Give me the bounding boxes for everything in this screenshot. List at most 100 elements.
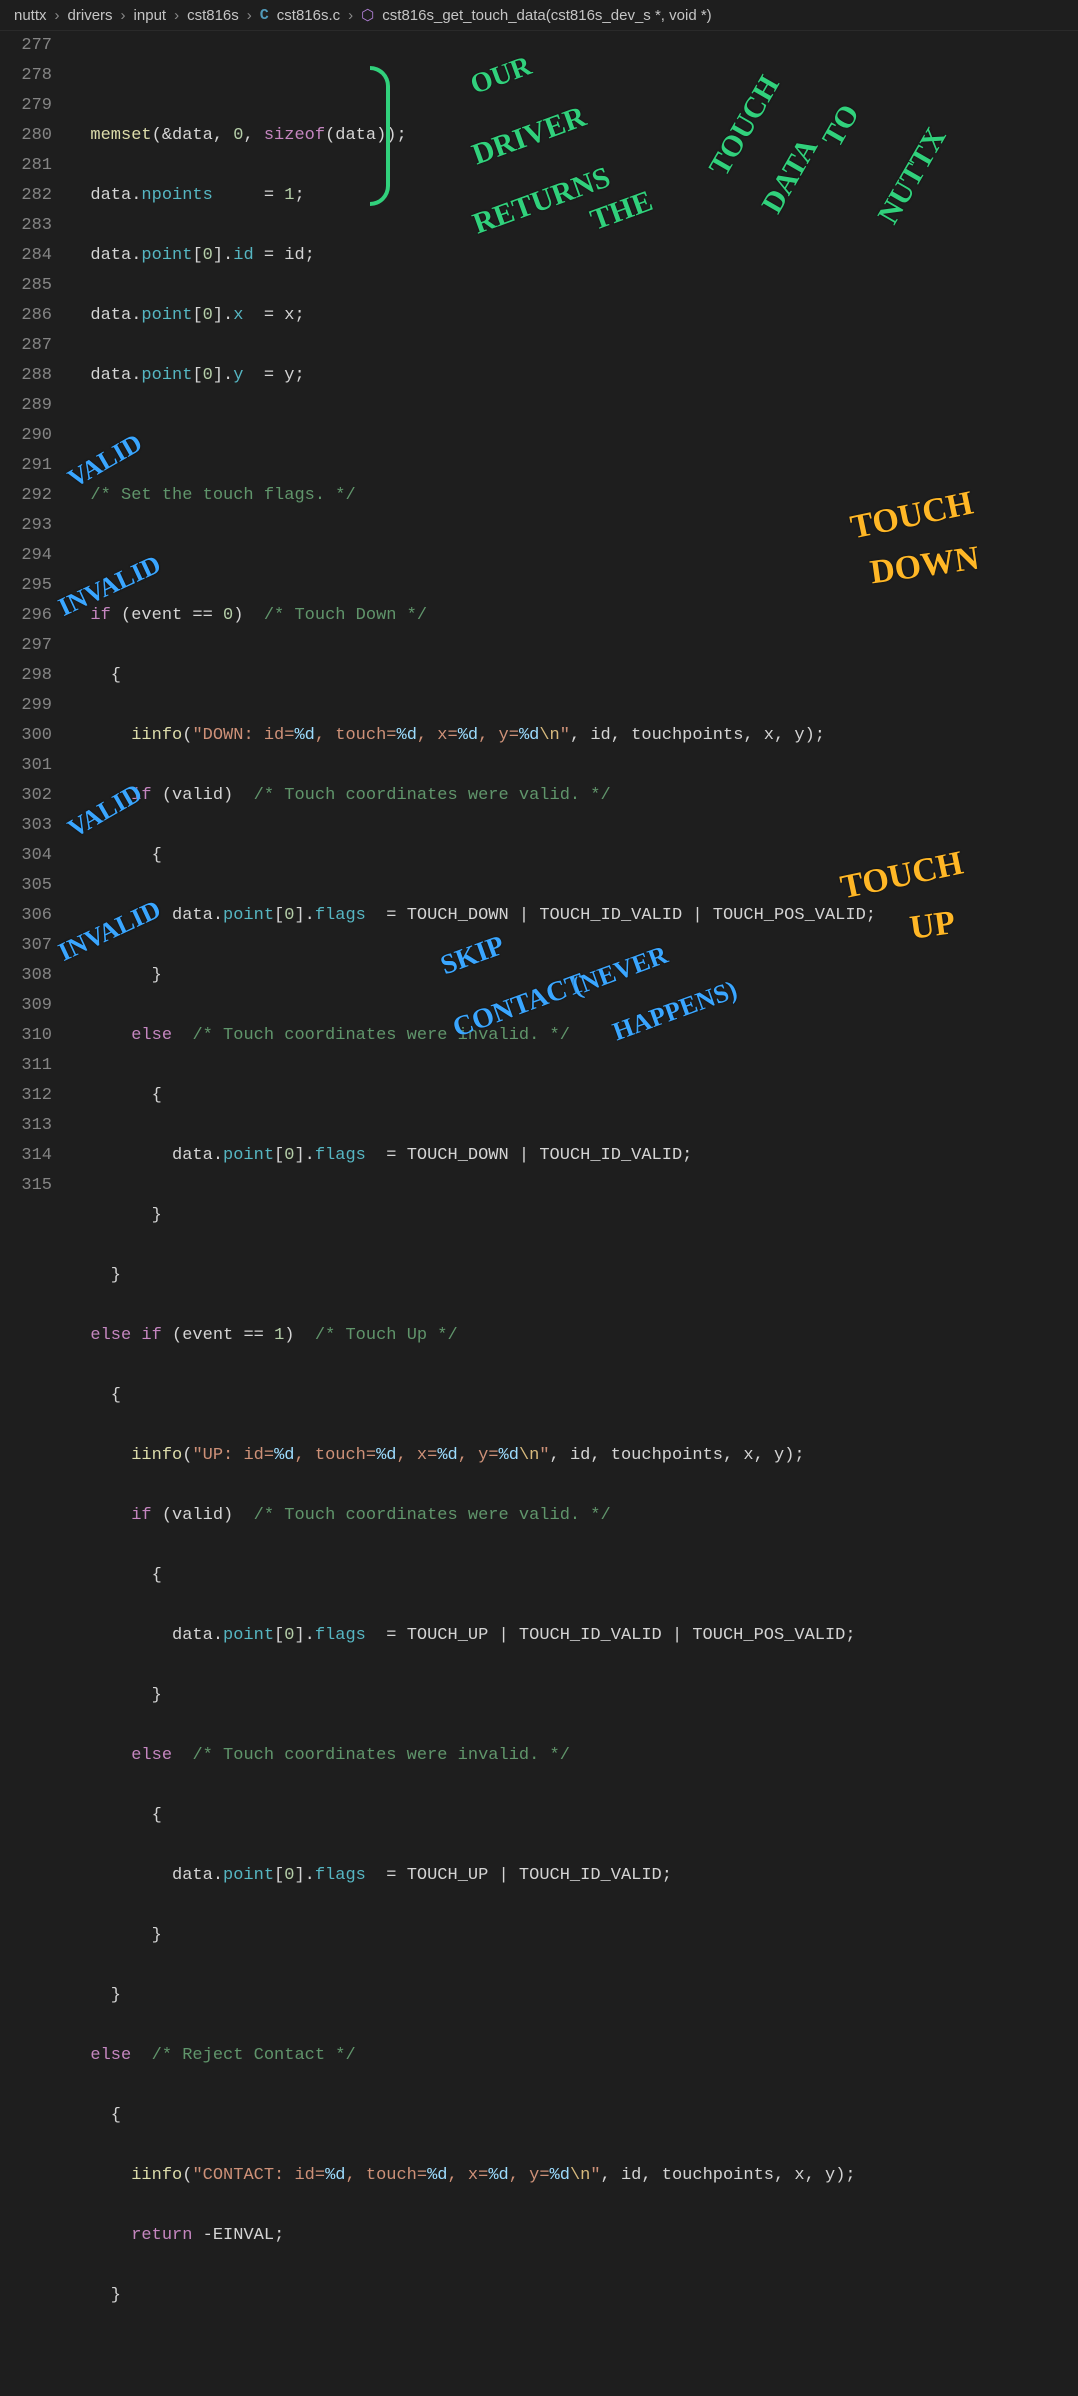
var: touchpoints xyxy=(662,2166,774,2185)
code-line[interactable]: { xyxy=(70,2101,1078,2131)
code-line[interactable]: iinfo("UP: id=%d, touch=%d, x=%d, y=%d\n… xyxy=(70,1441,1078,1471)
line-number: 287 xyxy=(0,331,52,361)
field: npoints xyxy=(141,186,212,205)
fn-iinfo: iinfo xyxy=(131,726,182,745)
line-number: 313 xyxy=(0,1111,52,1141)
code-line[interactable]: data.point[0].flags = TOUCH_DOWN | TOUCH… xyxy=(70,901,1078,931)
const: TOUCH_ID_VALID xyxy=(539,906,682,925)
const: TOUCH_UP xyxy=(407,1866,489,1885)
line-number: 283 xyxy=(0,211,52,241)
code-line[interactable] xyxy=(70,61,1078,91)
crumb-input[interactable]: input xyxy=(134,7,167,24)
code-line[interactable]: else if (event == 1) /* Touch Up */ xyxy=(70,1321,1078,1351)
fmt: %d xyxy=(376,1446,396,1465)
fmt: %d xyxy=(437,1446,457,1465)
code-line[interactable]: else /* Touch coordinates were invalid. … xyxy=(70,1741,1078,1771)
field: flags xyxy=(315,1866,366,1885)
crumb-nuttx[interactable]: nuttx xyxy=(14,7,47,24)
code-line[interactable]: data.point[0].flags = TOUCH_UP | TOUCH_I… xyxy=(70,1861,1078,1891)
fmt: %d xyxy=(488,2166,508,2185)
fmt: %d xyxy=(274,1446,294,1465)
code-line[interactable]: } xyxy=(70,1921,1078,1951)
code-line[interactable]: } xyxy=(70,1981,1078,2011)
code-line[interactable] xyxy=(70,421,1078,451)
code-editor[interactable]: 2772782792802812822832842852862872882892… xyxy=(0,31,1078,2396)
code-line[interactable]: { xyxy=(70,841,1078,871)
line-number: 281 xyxy=(0,151,52,181)
const: TOUCH_POS_VALID xyxy=(692,1626,845,1645)
comment: /* Touch coordinates were valid. */ xyxy=(254,1506,611,1525)
line-number-gutter: 2772782792802812822832842852862872882892… xyxy=(0,31,70,2396)
code-line[interactable]: iinfo("DOWN: id=%d, touch=%d, x=%d, y=%d… xyxy=(70,721,1078,751)
comment: /* Touch coordinates were invalid. */ xyxy=(192,1026,569,1045)
code-line[interactable]: data.point[0].id = id; xyxy=(70,241,1078,271)
var: y xyxy=(794,726,804,745)
crumb-symbol[interactable]: cst816s_get_touch_data(cst816s_dev_s *, … xyxy=(382,7,711,24)
line-number: 312 xyxy=(0,1081,52,1111)
chevron-right-icon: › xyxy=(348,7,353,24)
code-line[interactable] xyxy=(70,2341,1078,2371)
crumb-drivers[interactable]: drivers xyxy=(68,7,113,24)
line-number: 315 xyxy=(0,1171,52,1201)
line-number: 297 xyxy=(0,631,52,661)
code-line[interactable]: } xyxy=(70,1681,1078,1711)
code-line[interactable]: { xyxy=(70,1081,1078,1111)
num: 0 xyxy=(223,606,233,625)
num: 0 xyxy=(284,1626,294,1645)
code-line[interactable]: data.point[0].x = x; xyxy=(70,301,1078,331)
var: y xyxy=(284,366,294,385)
fmt: %d xyxy=(397,726,417,745)
code-line[interactable]: } xyxy=(70,1201,1078,1231)
code-line[interactable]: if (event == 0) /* Touch Down */ xyxy=(70,601,1078,631)
fn-memset: memset xyxy=(90,126,151,145)
comment: /* Touch Up */ xyxy=(315,1326,458,1345)
code-line[interactable]: } xyxy=(70,1261,1078,1291)
field: point xyxy=(141,246,192,265)
code-area[interactable]: memset(&data, 0, sizeof(data)); data.npo… xyxy=(70,31,1078,2396)
code-line[interactable]: { xyxy=(70,1381,1078,1411)
code-line[interactable] xyxy=(70,541,1078,571)
code-line[interactable]: } xyxy=(70,2281,1078,2311)
line-number: 307 xyxy=(0,931,52,961)
field: flags xyxy=(315,1146,366,1165)
line-number: 277 xyxy=(0,31,52,61)
code-line[interactable]: memset(&data, 0, sizeof(data)); xyxy=(70,121,1078,151)
str: " xyxy=(560,726,570,745)
var: x xyxy=(743,1446,753,1465)
code-line[interactable]: else /* Touch coordinates were invalid. … xyxy=(70,1021,1078,1051)
line-number: 294 xyxy=(0,541,52,571)
code-line[interactable]: /* Set the touch flags. */ xyxy=(70,481,1078,511)
code-line[interactable]: else /* Reject Contact */ xyxy=(70,2041,1078,2071)
code-line[interactable]: } xyxy=(70,961,1078,991)
code-line[interactable]: data.point[0].flags = TOUCH_UP | TOUCH_I… xyxy=(70,1621,1078,1651)
code-line[interactable]: data.point[0].y = y; xyxy=(70,361,1078,391)
code-line[interactable]: data.point[0].flags = TOUCH_DOWN | TOUCH… xyxy=(70,1141,1078,1171)
line-number: 293 xyxy=(0,511,52,541)
crumb-cst816s-folder[interactable]: cst816s xyxy=(187,7,239,24)
code-line[interactable]: data.npoints = 1; xyxy=(70,181,1078,211)
code-line[interactable]: if (valid) /* Touch coordinates were val… xyxy=(70,1501,1078,1531)
crumb-file[interactable]: cst816s.c xyxy=(277,7,340,24)
const: TOUCH_DOWN xyxy=(407,1146,509,1165)
field: point xyxy=(141,306,192,325)
breadcrumb[interactable]: nuttx › drivers › input › cst816s › C cs… xyxy=(0,0,1078,31)
field: flags xyxy=(315,906,366,925)
fmt: %d xyxy=(458,726,478,745)
code-line[interactable]: if (valid) /* Touch coordinates were val… xyxy=(70,781,1078,811)
code-line[interactable]: return -EINVAL; xyxy=(70,2221,1078,2251)
field: id xyxy=(233,246,253,265)
num: 0 xyxy=(203,246,213,265)
line-number: 288 xyxy=(0,361,52,391)
code-line[interactable]: { xyxy=(70,1801,1078,1831)
code-line[interactable]: { xyxy=(70,661,1078,691)
num: 0 xyxy=(203,306,213,325)
code-line[interactable]: { xyxy=(70,1561,1078,1591)
var: id xyxy=(621,2166,641,2185)
field: point xyxy=(223,1866,274,1885)
comment: /* Touch coordinates were invalid. */ xyxy=(192,1746,569,1765)
code-line[interactable]: iinfo("CONTACT: id=%d, touch=%d, x=%d, y… xyxy=(70,2161,1078,2191)
fmt: %d xyxy=(550,2166,570,2185)
str: , x= xyxy=(448,2166,489,2185)
num: 1 xyxy=(274,1326,284,1345)
line-number: 289 xyxy=(0,391,52,421)
